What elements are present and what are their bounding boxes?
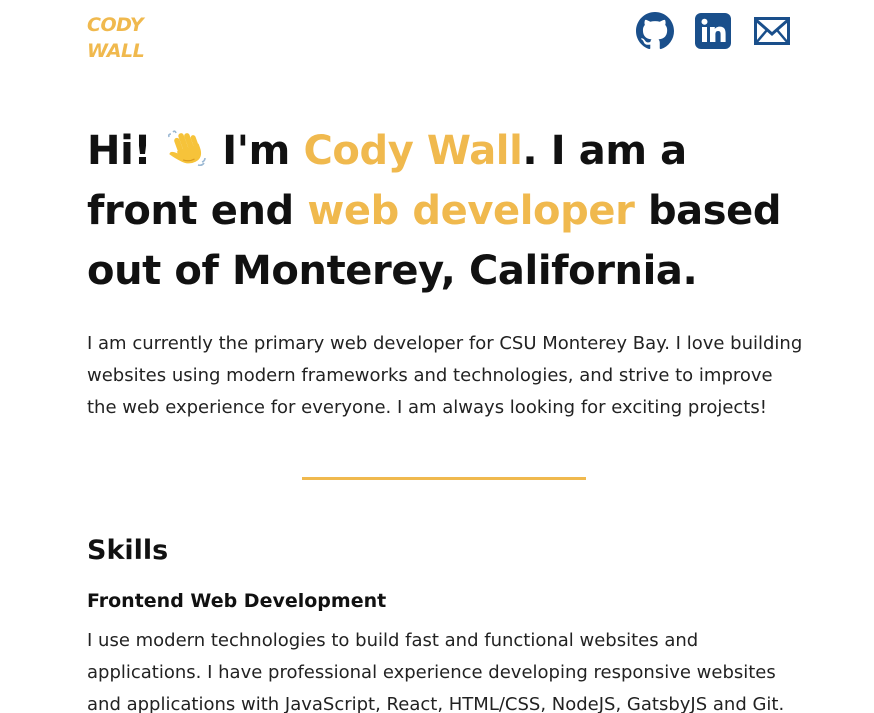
- linkedin-link[interactable]: [695, 13, 731, 49]
- skills-title: Skills: [87, 535, 169, 566]
- linkedin-icon: [695, 13, 731, 49]
- logo-line-2: WALL: [87, 40, 145, 62]
- github-icon: [636, 12, 674, 50]
- hero-im: I'm: [222, 128, 290, 174]
- section-divider: [302, 477, 586, 480]
- social-links: [636, 12, 790, 50]
- skill-description: I use modern technologies to build fast …: [87, 630, 785, 713]
- hero-greeting: Hi!: [87, 128, 152, 174]
- github-link[interactable]: [636, 12, 674, 50]
- hero-role: web developer: [307, 188, 635, 234]
- email-link[interactable]: [754, 17, 790, 45]
- hero-heading: Hi! I'm Cody Wall. I am a front end web …: [87, 121, 807, 301]
- mail-icon: [754, 17, 790, 45]
- site-logo[interactable]: CODY WALL: [87, 12, 147, 64]
- hero-name: Cody Wall: [303, 128, 523, 174]
- skill-heading: Frontend Web Development: [87, 590, 387, 612]
- logo-line-1: CODY: [87, 14, 144, 36]
- waving-hand-icon: [167, 130, 206, 167]
- intro-paragraph: I am currently the primary web developer…: [87, 333, 803, 418]
